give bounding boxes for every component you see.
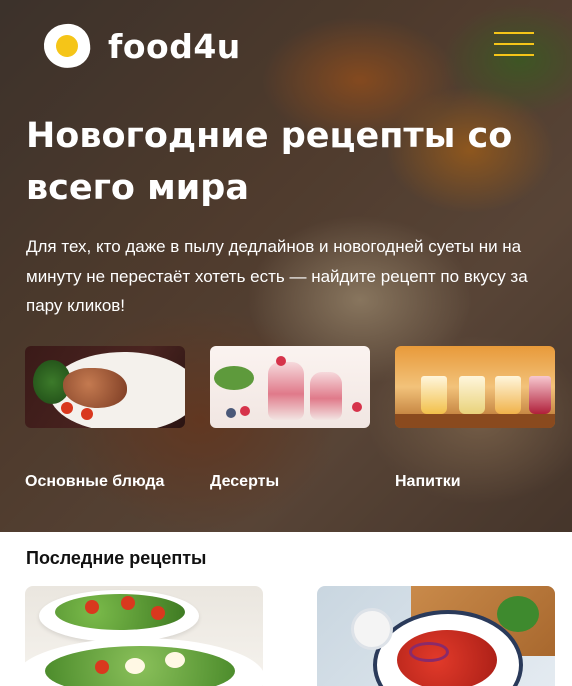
main-dish-image xyxy=(25,346,185,428)
hero-section: food4u Новогодние рецепты со всего мира … xyxy=(0,0,572,532)
hamburger-menu-icon[interactable] xyxy=(494,30,534,58)
dessert-image xyxy=(210,346,370,428)
category-label: Десерты xyxy=(210,473,280,490)
recipe-card[interactable] xyxy=(317,586,555,686)
latest-recipes-title: Последние рецепты xyxy=(26,548,207,568)
hero-subtitle: Для тех, кто даже в пылу дедлайнов и нов… xyxy=(26,237,528,315)
hero-title: Новогодние рецепты со всего мира xyxy=(26,116,513,208)
category-desserts[interactable]: Десерты xyxy=(210,346,370,490)
logo-text: food4u xyxy=(108,26,241,66)
category-main-dishes[interactable]: Основные блюда xyxy=(25,346,185,490)
category-label: Основные блюда xyxy=(25,473,165,490)
recipe-card[interactable] xyxy=(25,586,263,686)
category-drinks[interactable]: Напитки xyxy=(395,346,555,490)
category-label: Напитки xyxy=(395,473,461,490)
egg-icon xyxy=(41,21,93,71)
logo[interactable]: food4u xyxy=(41,21,241,71)
drinks-image xyxy=(395,346,555,428)
